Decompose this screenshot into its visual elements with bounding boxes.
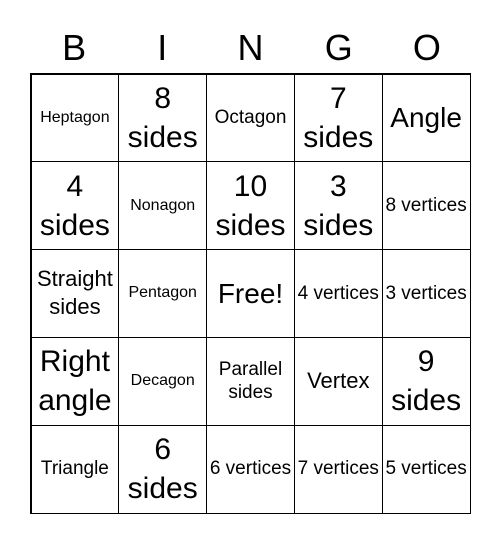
bingo-cell[interactable]: Pentagon	[118, 249, 208, 338]
bingo-grid: Heptagon 8 sides Octagon 7 sides Angle 4…	[30, 73, 471, 514]
header-letter-g: G	[324, 27, 353, 68]
bingo-cell[interactable]: Octagon	[206, 73, 295, 163]
bingo-cell[interactable]: 6 sides	[118, 424, 208, 514]
header-letter-n: N	[237, 27, 264, 68]
bingo-cell[interactable]: 4 vertices	[293, 249, 383, 338]
bingo-cell[interactable]: Angle	[381, 73, 471, 163]
header-letter-o: O	[412, 27, 441, 68]
bingo-cell[interactable]: Vertex	[293, 336, 383, 426]
bingo-cell[interactable]: 3 sides	[293, 161, 383, 251]
bingo-cell[interactable]: Nonagon	[118, 161, 208, 251]
header-letter-b: B	[62, 27, 87, 68]
bingo-cell[interactable]: 8 sides	[118, 73, 208, 163]
bingo-cell[interactable]: 5 vertices	[381, 424, 471, 514]
bingo-cell[interactable]: 8 vertices	[381, 161, 471, 251]
bingo-cell[interactable]: Parallel sides	[206, 336, 295, 426]
bingo-cell[interactable]: Triangle	[30, 424, 120, 514]
header-letter-i: I	[157, 27, 168, 68]
bingo-cell[interactable]: 9 sides	[381, 336, 471, 426]
bingo-cell[interactable]: Right angle	[30, 336, 120, 426]
bingo-cell[interactable]: 7 vertices	[293, 424, 383, 514]
bingo-cell[interactable]: 4 sides	[30, 161, 120, 251]
bingo-cell[interactable]: Decagon	[118, 336, 208, 426]
bingo-header: B I N G O	[30, 26, 471, 70]
bingo-cell[interactable]: Heptagon	[30, 73, 120, 163]
bingo-cell[interactable]: 7 sides	[293, 73, 383, 163]
free-space-cell[interactable]: Free!	[206, 249, 295, 338]
bingo-cell[interactable]: 3 vertices	[381, 249, 471, 338]
bingo-cell[interactable]: 10 sides	[206, 161, 295, 251]
bingo-cell[interactable]: 6 vertices	[206, 424, 295, 514]
bingo-cell[interactable]: Straight sides	[30, 249, 120, 338]
